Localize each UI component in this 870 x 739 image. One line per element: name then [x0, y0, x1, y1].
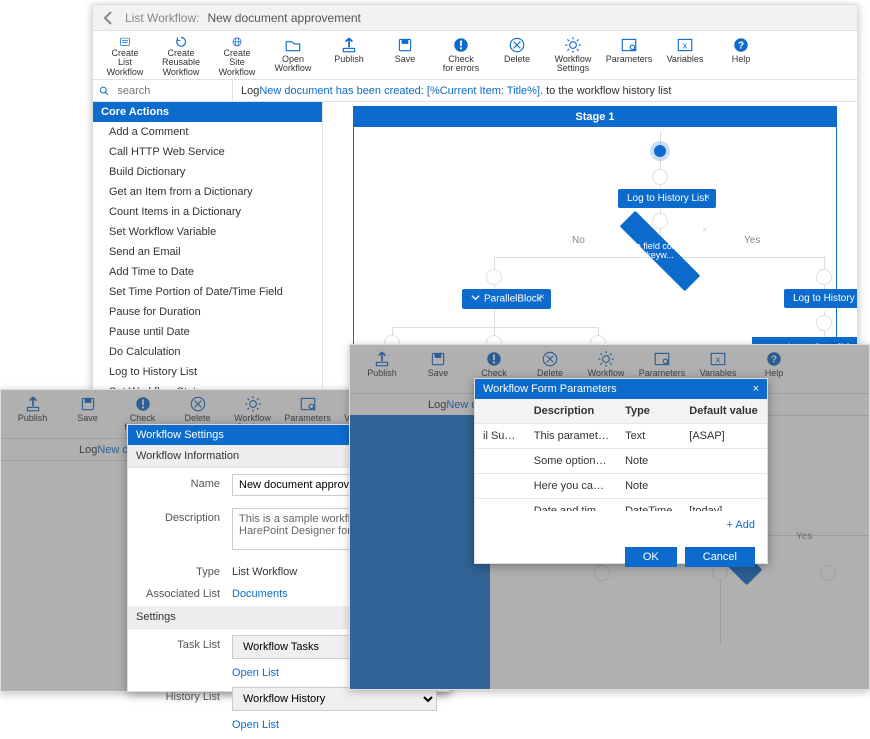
sidebar-action-item[interactable]: Add a Comment	[93, 122, 322, 142]
close-icon[interactable]: ×	[704, 192, 710, 203]
page-title: New document approvement	[207, 11, 360, 25]
label-associated: Associated List	[140, 584, 220, 600]
add-parameter-link[interactable]: + Add	[475, 511, 767, 539]
log-history-node[interactable]: Log to History List×	[618, 189, 716, 208]
table-row[interactable]: il SubjectThis parameter w...Text[ASAP]	[475, 424, 767, 449]
titlebar: List Workflow: New document approvement	[93, 5, 857, 31]
connector-dot[interactable]	[486, 269, 502, 285]
table-header: Type	[617, 399, 681, 424]
parallel-block-node[interactable]: ParallelBlock×	[462, 289, 551, 309]
svg-text:x: x	[683, 40, 688, 50]
actions-sidebar: Core Actions Add a CommentCall HTTP Web …	[93, 102, 323, 394]
sidebar-action-item[interactable]: Get an Item from a Dictionary	[93, 182, 322, 202]
dialog-title: Workflow Form Parameters ×	[475, 379, 767, 399]
label-tasklist: Task List	[140, 635, 220, 651]
associated-list-link[interactable]: Documents	[232, 584, 288, 600]
sidebar-action-item[interactable]: Set Time Portion of Date/Time Field	[93, 282, 322, 302]
action-row: Log New document has been created: [%Cur…	[93, 80, 857, 102]
create-site-workflow[interactable]: CreateSite Workflow	[211, 35, 263, 77]
open-history-link[interactable]: Open List	[128, 717, 449, 739]
variables[interactable]: xVariables	[659, 35, 711, 77]
type-value: List Workflow	[232, 562, 297, 578]
parameters[interactable]: Parameters	[603, 35, 655, 77]
close-icon[interactable]: ×	[753, 383, 759, 395]
log-history-node-2[interactable]: Log to History List×	[784, 289, 857, 308]
table-row[interactable]: Some optional c...Note	[475, 449, 767, 474]
sidebar-action-item[interactable]: Build Dictionary	[93, 162, 322, 182]
publish[interactable]: Publish	[323, 35, 375, 77]
connector-dot[interactable]	[652, 169, 668, 185]
chevron-down-icon	[471, 293, 480, 302]
search-cell[interactable]	[93, 80, 233, 101]
create-list-workflow[interactable]: CreateList Workflow	[99, 35, 151, 77]
sidebar-action-item[interactable]: Pause for Duration	[93, 302, 322, 322]
sidebar-action-item[interactable]: Add Time to Date	[93, 262, 322, 282]
close-icon[interactable]: ×	[539, 292, 545, 303]
condition-node[interactable]: Title field contains keyw... ×	[614, 231, 706, 271]
history-select[interactable]: Workflow History	[232, 687, 437, 711]
create-reusable-workflow[interactable]: CreateReusable Workflow	[155, 35, 207, 77]
ok-button[interactable]: OK	[625, 547, 677, 567]
sidebar-action-item[interactable]: Call HTTP Web Service	[93, 142, 322, 162]
connector-dot[interactable]	[816, 269, 832, 285]
sidebar-action-item[interactable]: Do Calculation	[93, 342, 322, 362]
branch-no-label: No	[572, 235, 585, 246]
form-parameters-dialog: Workflow Form Parameters × DescriptionTy…	[474, 378, 768, 564]
title-prefix: List Workflow:	[125, 11, 199, 25]
save[interactable]: Save	[379, 35, 431, 77]
sidebar-action-item[interactable]: Count Items in a Dictionary	[93, 202, 322, 222]
sidebar-header: Core Actions	[93, 102, 322, 122]
branch-yes-label: Yes	[744, 235, 760, 246]
stage-title[interactable]: Stage 1	[354, 107, 836, 127]
help[interactable]: ?Help	[715, 35, 767, 77]
main-window: List Workflow: New document approvement …	[92, 4, 858, 394]
check-for-errors[interactable]: Checkfor errors	[435, 35, 487, 77]
table-header: Description	[526, 399, 617, 424]
log-token[interactable]: New document has been created: [%Current…	[259, 85, 540, 97]
back-icon[interactable]	[101, 10, 117, 26]
parameters-table: DescriptionTypeDefault value il SubjectT…	[475, 399, 767, 511]
connector-dot[interactable]	[816, 315, 832, 331]
table-row[interactable]: Here you can sp...Note	[475, 474, 767, 499]
sidebar-action-item[interactable]: Pause until Date	[93, 322, 322, 342]
search-input[interactable]	[115, 84, 226, 98]
label-type: Type	[140, 562, 220, 578]
workflow-settings[interactable]: WorkflowSettings	[547, 35, 599, 77]
table-header	[475, 399, 526, 424]
open-workflow[interactable]: OpenWorkflow	[267, 35, 319, 77]
sidebar-action-item[interactable]: Log to History List	[93, 362, 322, 382]
svg-text:?: ?	[738, 40, 744, 51]
cancel-button[interactable]: Cancel	[685, 547, 755, 567]
start-node[interactable]	[654, 145, 666, 157]
ribbon: CreateList WorkflowCreateReusable Workfl…	[93, 31, 857, 80]
sidebar-action-item[interactable]: Set Workflow Variable	[93, 222, 322, 242]
search-icon	[99, 85, 109, 97]
label-name: Name	[140, 474, 220, 490]
label-description: Description	[140, 508, 220, 524]
current-action-text: Log New document has been created: [%Cur…	[233, 80, 857, 101]
delete[interactable]: Delete	[491, 35, 543, 77]
table-row[interactable]: Date and time fo...DateTime[today]	[475, 499, 767, 512]
connector-dot[interactable]	[652, 213, 668, 229]
close-icon[interactable]: ×	[702, 225, 708, 236]
table-header: Default value	[681, 399, 767, 424]
label-history: History List	[140, 687, 220, 703]
sidebar-action-item[interactable]: Send an Email	[93, 242, 322, 262]
